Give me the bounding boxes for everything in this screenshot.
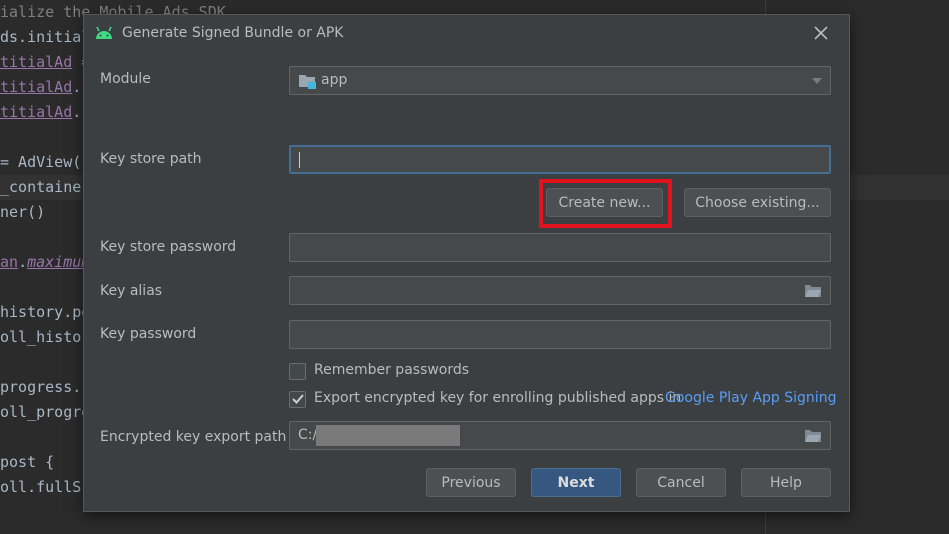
android-icon: [96, 26, 112, 39]
code-line: an.maximum: [0, 253, 91, 271]
close-icon[interactable]: [813, 25, 829, 41]
checkmark-icon: [292, 394, 304, 404]
code-line: _containe: [0, 178, 82, 196]
folder-browse-icon[interactable]: [804, 428, 822, 443]
keystore-path-label: Key store path: [100, 151, 202, 167]
folder-browse-icon[interactable]: [804, 283, 822, 298]
export-path-label: Encrypted key export path: [100, 429, 287, 445]
code-line: ner(): [0, 203, 46, 221]
export-key-label: Export encrypted key for enrolling publi…: [314, 390, 682, 406]
module-label: Module: [100, 71, 151, 87]
dialog-titlebar: Generate Signed Bundle or APK: [84, 15, 849, 55]
text-cursor: [299, 152, 300, 168]
previous-button[interactable]: Previous: [426, 468, 516, 497]
keystore-path-input[interactable]: [289, 145, 831, 174]
key-password-input[interactable]: [289, 320, 831, 349]
dialog-title: Generate Signed Bundle or APK: [122, 25, 344, 41]
module-value: app: [321, 72, 348, 88]
code-line: oll_progre: [0, 403, 91, 421]
code-line: ds.initial: [0, 28, 91, 46]
play-app-signing-link[interactable]: Google Play App Signing: [665, 390, 836, 406]
help-button[interactable]: Help: [741, 468, 831, 497]
cancel-button[interactable]: Cancel: [636, 468, 726, 497]
code-line: oll.fullS: [0, 478, 82, 496]
code-line: titialAd.: [0, 103, 82, 121]
chevron-down-icon: [812, 78, 822, 84]
code-line: post {: [0, 453, 55, 471]
code-line: progress.: [0, 378, 82, 396]
create-new-button[interactable]: Create new...: [546, 188, 663, 217]
keystore-password-label: Key store password: [100, 239, 237, 255]
export-path-input[interactable]: C:/: [289, 421, 831, 450]
code-line: oll_histo: [0, 328, 82, 346]
remember-passwords-checkbox[interactable]: [289, 363, 306, 380]
module-select[interactable]: app: [289, 66, 831, 95]
key-password-label: Key password: [100, 326, 197, 342]
export-key-checkbox[interactable]: [289, 391, 306, 408]
generate-signed-dialog: Generate Signed Bundle or APK Module app…: [83, 14, 850, 512]
code-line: history.po: [0, 303, 91, 321]
next-button[interactable]: Next: [531, 468, 621, 497]
remember-passwords-label: Remember passwords: [314, 362, 470, 378]
key-alias-input[interactable]: [289, 276, 831, 305]
redacted-path: [316, 425, 460, 446]
code-line: = AdView(: [0, 153, 82, 171]
export-path-value: C:/: [298, 427, 318, 443]
key-alias-label: Key alias: [100, 283, 163, 299]
keystore-password-input[interactable]: [289, 233, 831, 262]
module-folder-icon: [299, 75, 316, 89]
choose-existing-button[interactable]: Choose existing...: [684, 188, 831, 217]
code-line: titialAd.: [0, 78, 82, 96]
code-line: titialAd =: [0, 53, 91, 71]
